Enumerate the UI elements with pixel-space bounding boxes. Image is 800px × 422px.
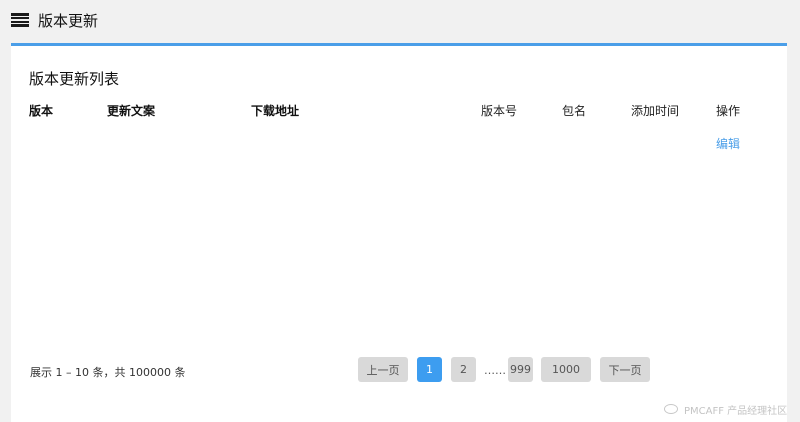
column-header-version: 版本 [29,104,54,118]
watermark-logo-icon [664,404,678,414]
version-list-panel: 版本更新列表 版本 更新文案 下载地址 版本号 包名 添加时间 操作 编辑 展示… [11,43,787,422]
edit-link[interactable]: 编辑 [716,135,740,152]
column-header-added-time: 添加时间 [631,104,680,118]
panel-title: 版本更新列表 [29,70,120,88]
next-page-button[interactable]: 下一页 [600,357,650,382]
watermark-text: PMCAFF 产品经理社区 [684,405,788,417]
column-header-actions: 操作 [716,104,741,118]
page-button-1[interactable]: 1 [417,357,442,382]
column-header-notes: 更新文案 [107,104,156,118]
page-title: 版本更新 [38,11,99,30]
page-button-1000[interactable]: 1000 [541,357,591,382]
column-header-package: 包名 [562,104,587,118]
pagination-summary: 展示 1 – 10 条，共 100000 条 [30,366,186,379]
top-bar: 版本更新 [0,0,800,40]
watermark: PMCAFF 产品经理社区 [664,402,788,417]
pagination-ellipsis: …… [484,364,506,377]
column-header-version-code: 版本号 [481,104,518,118]
column-header-download-url: 下载地址 [251,104,300,118]
page-button-999[interactable]: 999 [508,357,533,382]
page-button-2[interactable]: 2 [451,357,476,382]
prev-page-button[interactable]: 上一页 [358,357,408,382]
list-icon [11,13,29,27]
